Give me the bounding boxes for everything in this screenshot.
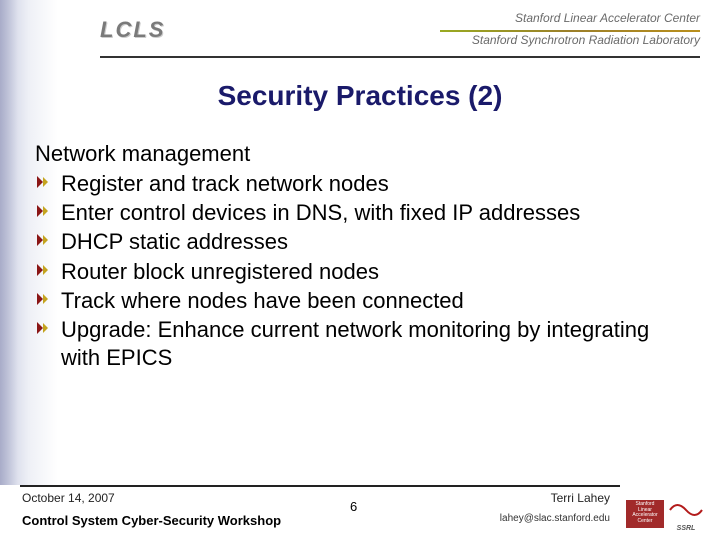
footer-rule bbox=[20, 485, 620, 487]
bullet-item: Enter control devices in DNS, with fixed… bbox=[35, 199, 690, 227]
footer-workshop: Control System Cyber-Security Workshop bbox=[22, 513, 281, 528]
bullet-text: Router block unregistered nodes bbox=[61, 259, 379, 284]
bullet-text: DHCP static addresses bbox=[61, 229, 288, 254]
slide-title: Security Practices (2) bbox=[0, 80, 720, 112]
bullet-icon bbox=[37, 234, 50, 247]
bullet-item: DHCP static addresses bbox=[35, 228, 690, 256]
bullet-text: Track where nodes have been connected bbox=[61, 288, 464, 313]
slac-logo: Stanford Linear Accelerator Center bbox=[626, 500, 664, 528]
content-heading: Network management bbox=[35, 140, 690, 168]
bullet-text: Upgrade: Enhance current network monitor… bbox=[61, 317, 649, 370]
bullet-icon bbox=[37, 264, 50, 277]
bullet-icon bbox=[37, 293, 50, 306]
header: LCLS Stanford Linear Accelerator Center … bbox=[0, 0, 720, 60]
ssrl-text: SSRL bbox=[668, 525, 704, 532]
footer: October 14, 2007 Control System Cyber-Se… bbox=[0, 485, 720, 540]
bullet-icon bbox=[37, 322, 50, 335]
header-divider bbox=[440, 30, 700, 32]
lcls-logo: LCLS bbox=[20, 17, 165, 43]
ssrl-logo: SSRL bbox=[668, 500, 704, 528]
bullet-item: Track where nodes have been connected bbox=[35, 287, 690, 315]
bullet-icon bbox=[37, 205, 50, 218]
bullet-item: Register and track network nodes bbox=[35, 170, 690, 198]
page-number: 6 bbox=[350, 499, 357, 514]
org1-text: Stanford Linear Accelerator Center bbox=[440, 11, 700, 27]
footer-date: October 14, 2007 bbox=[22, 491, 115, 505]
bullet-item: Upgrade: Enhance current network monitor… bbox=[35, 316, 690, 372]
header-org-block: Stanford Linear Accelerator Center Stanf… bbox=[440, 11, 700, 48]
content-area: Network management Register and track ne… bbox=[35, 140, 690, 373]
bullet-icon bbox=[37, 176, 50, 189]
footer-logo-block: Stanford Linear Accelerator Center SSRL bbox=[626, 496, 706, 532]
bullet-item: Router block unregistered nodes bbox=[35, 258, 690, 286]
org2-text: Stanford Synchrotron Radiation Laborator… bbox=[440, 33, 700, 49]
bullet-text: Register and track network nodes bbox=[61, 171, 389, 196]
footer-email: lahey@slac.stanford.edu bbox=[500, 513, 610, 524]
header-rule bbox=[100, 56, 700, 58]
slide: LCLS Stanford Linear Accelerator Center … bbox=[0, 0, 720, 540]
bullet-text: Enter control devices in DNS, with fixed… bbox=[61, 200, 580, 225]
footer-author: Terri Lahey bbox=[551, 491, 610, 505]
